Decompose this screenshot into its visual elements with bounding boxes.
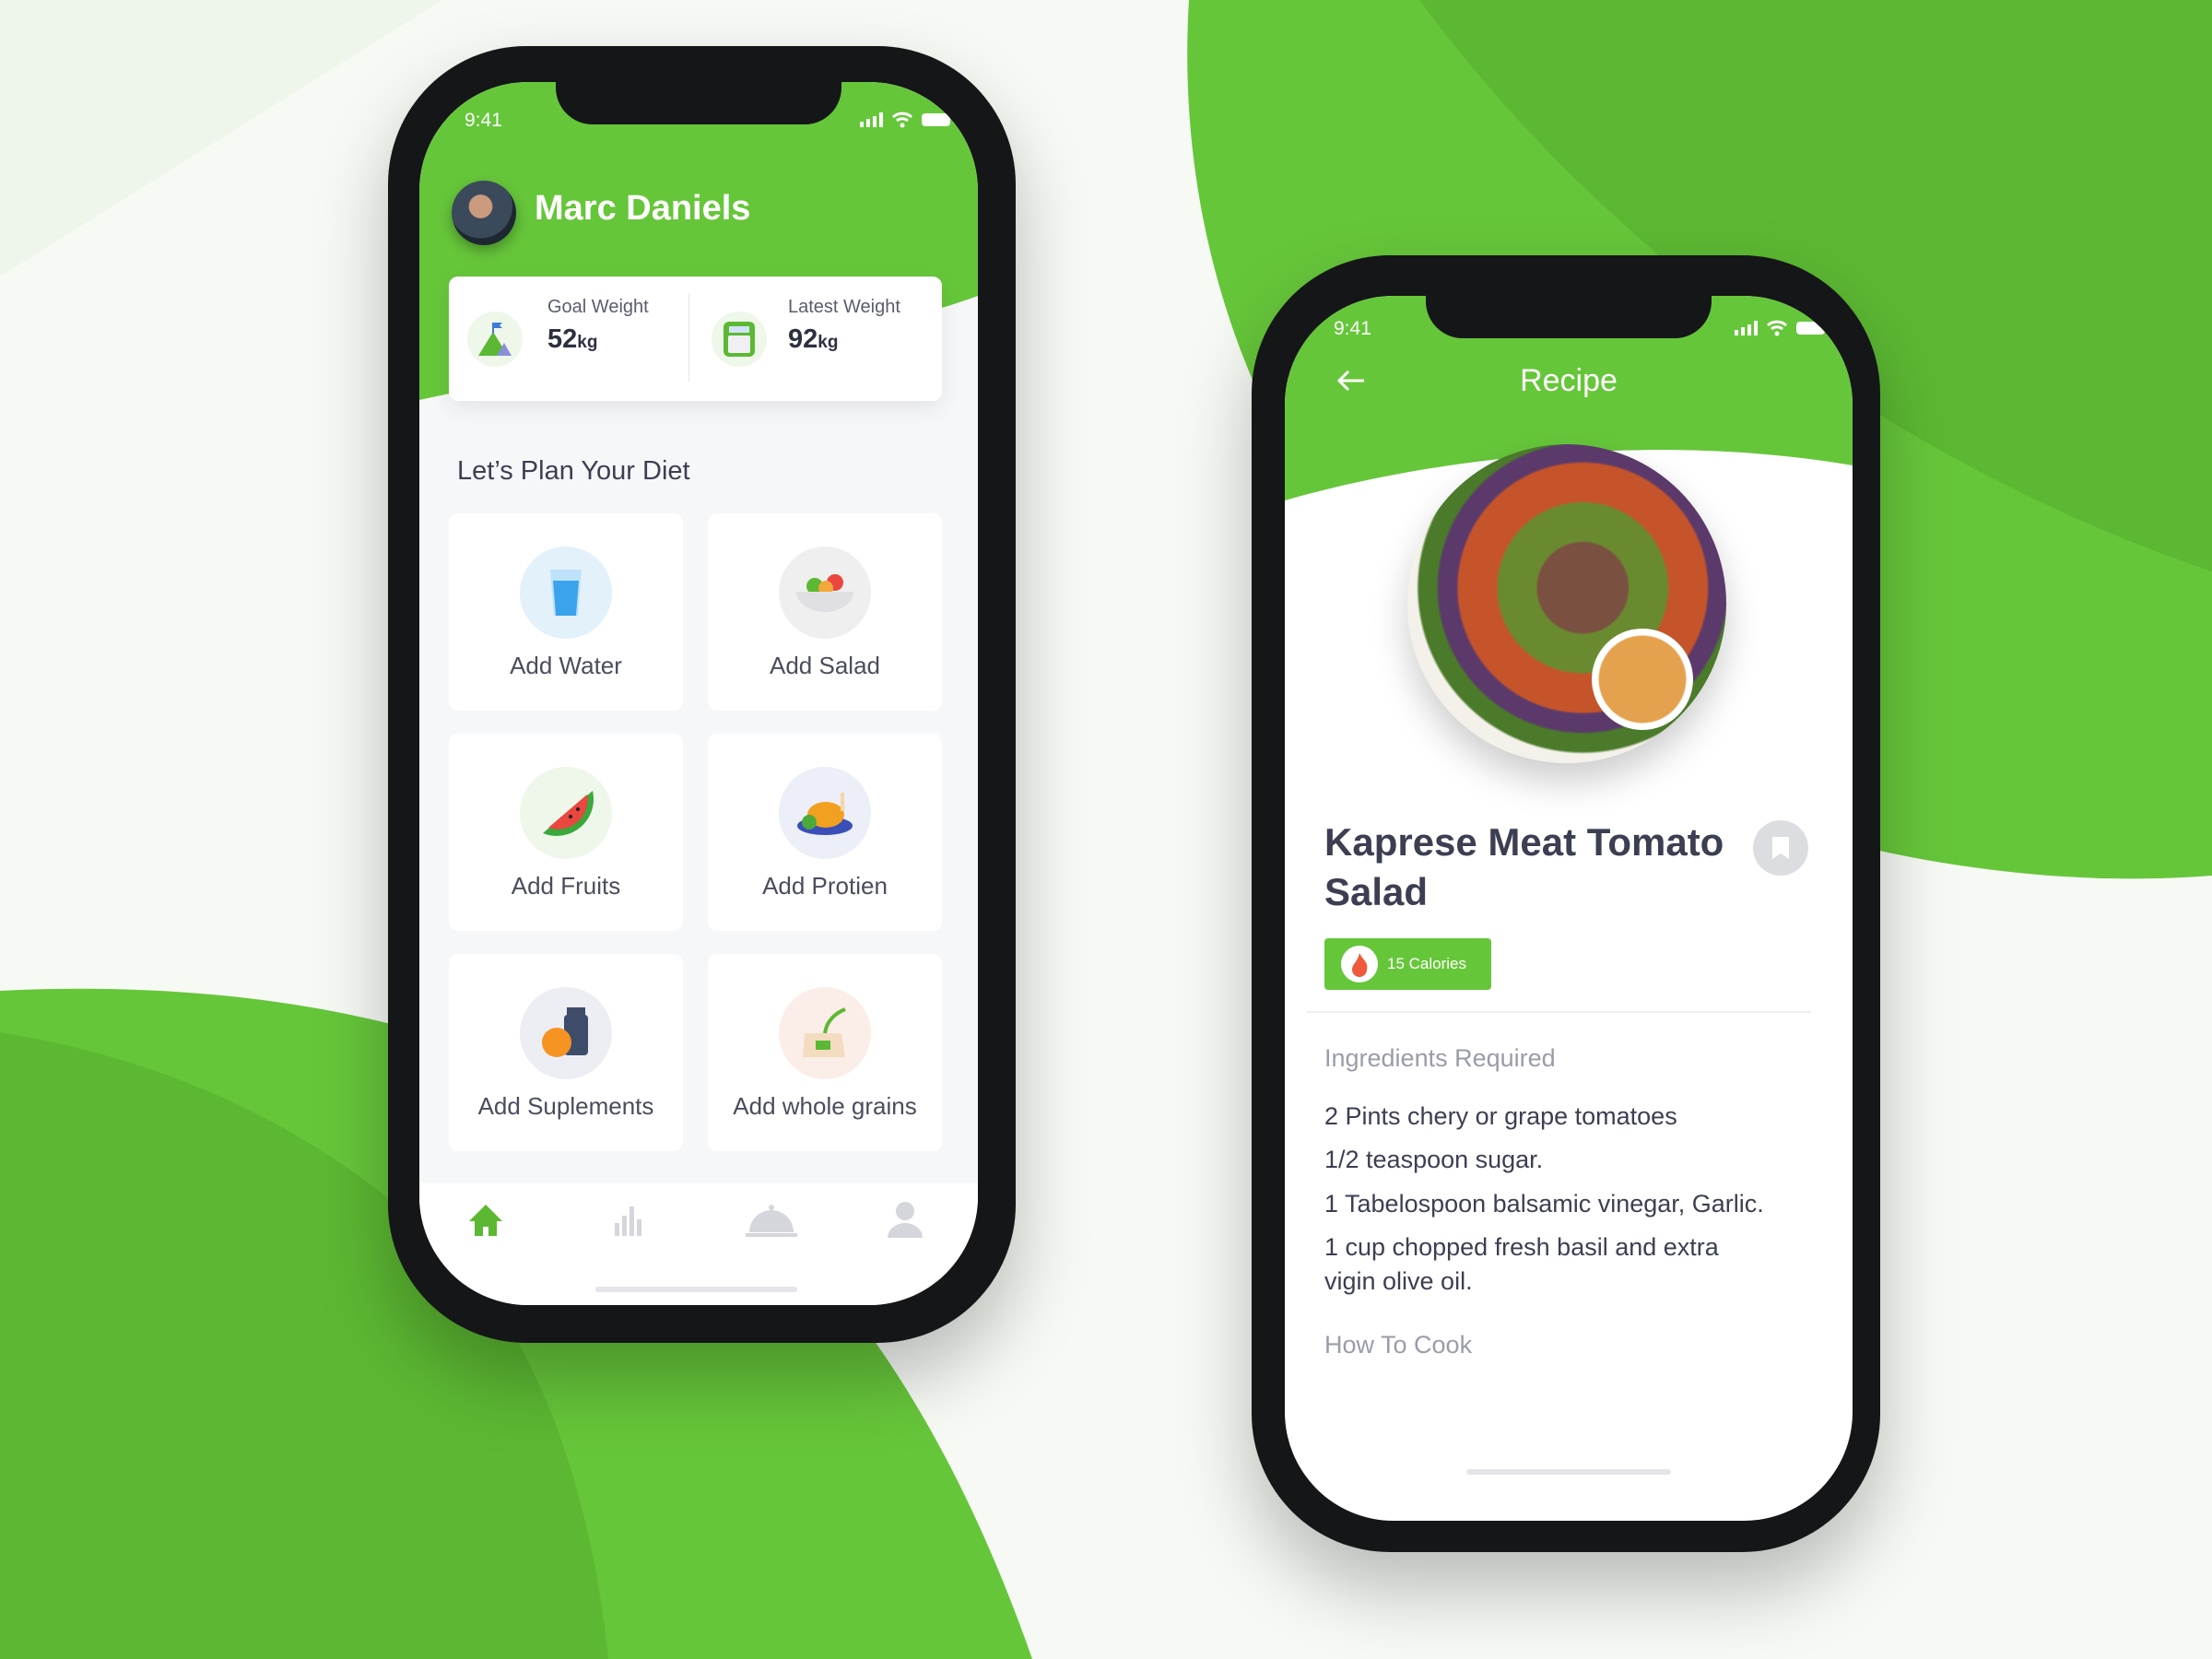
bookmark-icon <box>1772 837 1789 859</box>
unit: kg <box>818 333 839 352</box>
tile-label: Add Salad <box>770 652 880 679</box>
recipe-screen: 9:41 Recipe Kaprese Meat Tomato Salad 15 … <box>1285 296 1853 1521</box>
chicken-icon <box>779 767 871 859</box>
signal-icon <box>860 112 883 127</box>
tile-add-salad[interactable]: Add Salad <box>708 513 942 711</box>
wifi-icon <box>892 112 912 128</box>
title-line: Salad <box>1324 870 1429 913</box>
section-title: Let’s Plan Your Diet <box>457 456 690 486</box>
divider <box>1306 1011 1811 1013</box>
phone-home: 9:41 Marc Daniels Goal Weight 52kg Lates… <box>388 46 1016 1343</box>
salad-bowl-icon <box>779 547 871 639</box>
unit: kg <box>577 333 598 352</box>
status-time: 9:41 <box>1334 318 1371 339</box>
value: 92 <box>788 324 818 354</box>
goal-weight-label: Goal Weight <box>547 297 649 317</box>
watermelon-icon <box>520 767 612 859</box>
tab-recipes[interactable] <box>746 1203 797 1238</box>
notch <box>556 82 841 124</box>
status-icons <box>860 112 954 128</box>
calories-badge: 15 Calories <box>1324 938 1491 990</box>
header-title: Recipe <box>1520 363 1618 398</box>
battery-icon <box>1796 322 1825 335</box>
tab-home[interactable] <box>467 1203 504 1238</box>
avatar[interactable] <box>452 181 516 245</box>
tile-add-water[interactable]: Add Water <box>449 513 683 711</box>
tile-add-whole-grains[interactable]: Add whole grains <box>708 954 942 1151</box>
sauce-bowl <box>1592 629 1693 730</box>
tile-add-fruits[interactable]: Add Fruits <box>449 734 683 931</box>
tab-stats[interactable] <box>613 1203 646 1238</box>
weight-card: Goal Weight 52kg Latest Weight 92kg <box>449 276 942 401</box>
tile-label: Add Water <box>510 652 622 679</box>
tile-add-suplements[interactable]: Add Suplements <box>449 954 683 1151</box>
latest-weight-value: 92kg <box>788 324 838 355</box>
ingredient-item: 1/2 teaspoon sugar. <box>1324 1146 1544 1173</box>
tile-label: Add whole grains <box>733 1092 917 1120</box>
tab-bar <box>419 1182 978 1305</box>
tile-label: Add Suplements <box>477 1092 654 1120</box>
user-name: Marc Daniels <box>535 189 751 228</box>
status-time: 9:41 <box>465 110 502 131</box>
wifi-icon <box>1767 320 1787 336</box>
title-line: Kaprese Meat Tomato <box>1324 820 1724 864</box>
dish-image <box>1407 444 1726 763</box>
ingredient-item: 1 cup chopped fresh basil and extra vigi… <box>1324 1233 1719 1295</box>
mountain-flag-icon <box>467 312 523 367</box>
divider <box>688 293 689 382</box>
tile-add-protien[interactable]: Add Protien <box>708 734 942 931</box>
value: 52 <box>547 324 578 354</box>
grain-sack-icon <box>779 987 871 1079</box>
phone-recipe: 9:41 Recipe Kaprese Meat Tomato Salad 15 … <box>1252 255 1880 1552</box>
how-to-cook-title[interactable]: How To Cook <box>1324 1331 1472 1359</box>
goal-weight-value: 52kg <box>547 324 597 355</box>
background-shapes <box>0 0 2212 1659</box>
supplement-icon <box>520 987 612 1079</box>
calories-text: 15 Calories <box>1387 955 1466 972</box>
scale-icon <box>712 312 767 367</box>
tile-label: Add Fruits <box>511 872 621 900</box>
home-indicator <box>1466 1469 1671 1475</box>
ingredient-item: 2 Pints chery or grape tomatoes <box>1324 1102 1677 1130</box>
home-indicator <box>595 1287 797 1292</box>
flame-icon <box>1341 946 1378 982</box>
ingredient-item: 1 Tabelospoon balsamic vinegar, Garlic. <box>1324 1190 1764 1218</box>
home-screen: 9:41 Marc Daniels Goal Weight 52kg Lates… <box>419 82 978 1305</box>
bookmark-button[interactable] <box>1753 820 1808 876</box>
recipe-title: Kaprese Meat Tomato Salad <box>1324 818 1724 917</box>
tab-profile[interactable] <box>888 1201 923 1238</box>
notch <box>1426 296 1712 338</box>
ingredients-title: Ingredients Required <box>1324 1044 1556 1072</box>
water-glass-icon <box>520 547 612 639</box>
battery-icon <box>922 113 950 126</box>
latest-weight-label: Latest Weight <box>788 297 900 317</box>
tile-label: Add Protien <box>762 872 888 900</box>
status-icons <box>1735 320 1829 336</box>
signal-icon <box>1735 321 1758 335</box>
